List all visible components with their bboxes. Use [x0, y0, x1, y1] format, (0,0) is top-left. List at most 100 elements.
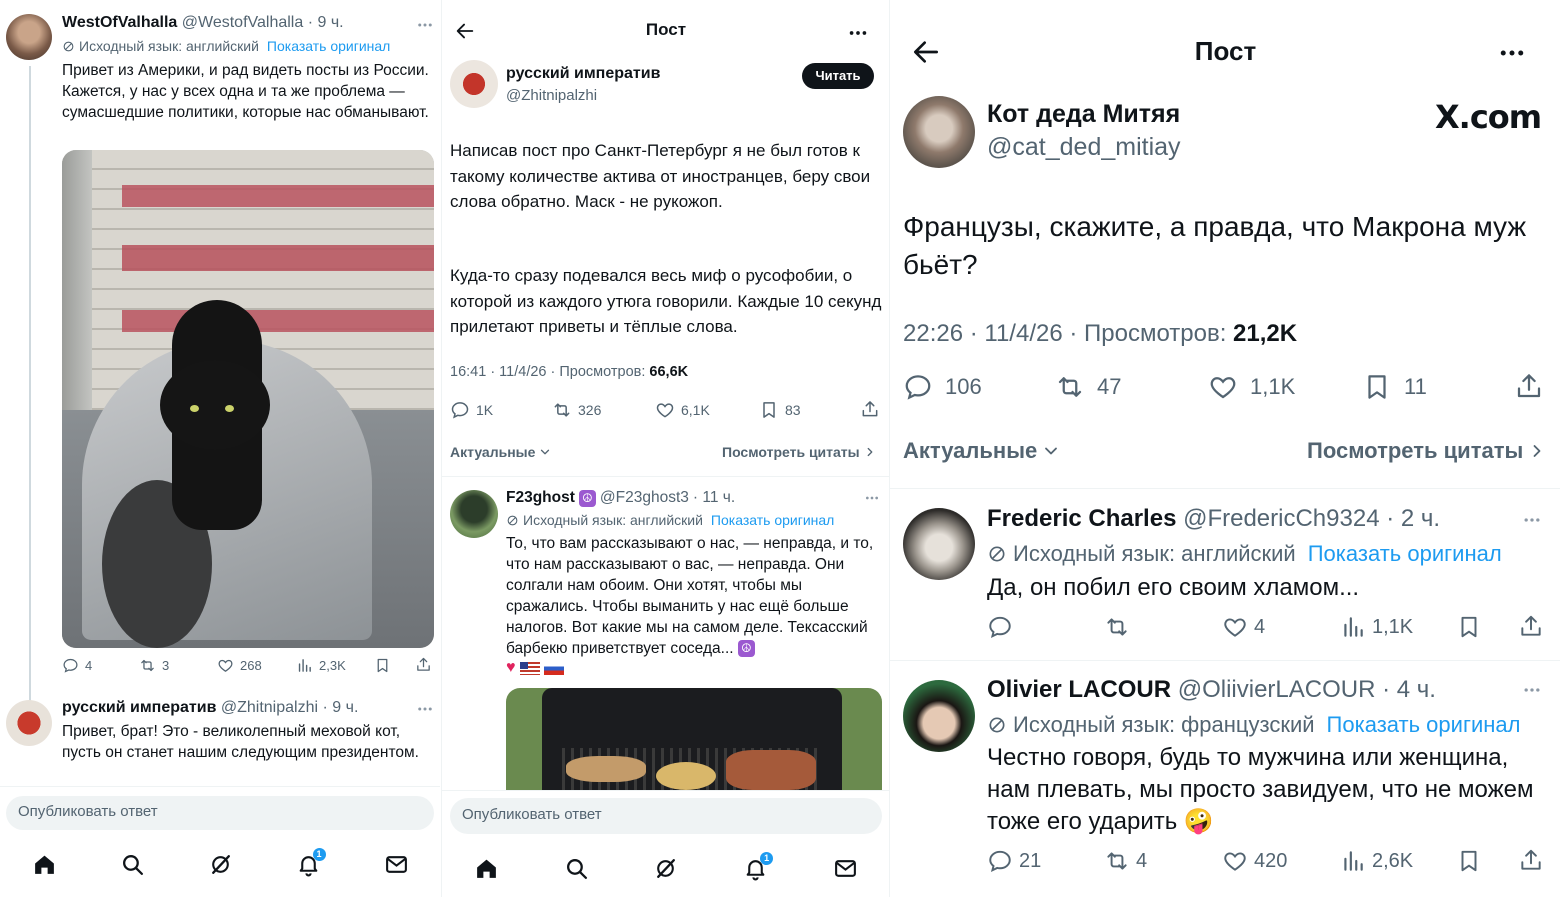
reply-icon[interactable] — [987, 614, 1013, 640]
author-handle[interactable]: @OliivierLACOUR — [1178, 676, 1376, 703]
like-button[interactable]: 268 — [217, 657, 262, 674]
show-original-link[interactable]: Показать оригинал — [1308, 541, 1502, 567]
sort-dropdown[interactable]: Актуальные — [450, 444, 552, 460]
repost-icon[interactable] — [1104, 614, 1130, 640]
cat-photo[interactable] — [62, 150, 434, 648]
view-quotes-link[interactable]: Посмотреть цитаты — [1307, 438, 1547, 464]
more-icon[interactable] — [416, 16, 434, 34]
author-name[interactable]: Olivier LACOUR — [987, 676, 1171, 703]
tweet-time: · 9 ч. — [307, 14, 344, 31]
more-icon[interactable] — [1520, 510, 1544, 530]
author-handle[interactable]: @cat_ded_mitiay — [987, 133, 1181, 162]
show-original-link[interactable]: Показать оригинал — [267, 38, 390, 54]
reply-button[interactable]: 1K — [450, 400, 493, 420]
author-name[interactable]: F23ghost — [506, 489, 575, 507]
notifications-tab[interactable]: 1 — [743, 851, 774, 881]
share-icon[interactable] — [415, 656, 432, 673]
share-icon[interactable] — [1518, 613, 1544, 639]
reply-button[interactable]: 21 — [987, 848, 1041, 874]
author-handle[interactable]: @FredericCh9324 — [1183, 505, 1379, 532]
repost-button[interactable]: 4 — [1104, 848, 1147, 874]
reply-count: 4 — [85, 658, 93, 673]
like-button[interactable]: 6,1K — [655, 400, 710, 420]
bookmark-button[interactable]: 83 — [759, 400, 801, 420]
more-icon[interactable] — [1496, 38, 1528, 68]
home-icon[interactable] — [32, 852, 57, 877]
post-timestamp: 16:41 · 11/4/26 · Просмотров: — [450, 364, 650, 380]
more-icon[interactable] — [847, 22, 869, 44]
grok-icon[interactable] — [208, 852, 233, 877]
author-name[interactable]: Кот деда Митяя — [987, 100, 1180, 129]
avatar[interactable] — [450, 60, 498, 108]
reply-button[interactable]: 4 — [62, 657, 92, 674]
chevron-right-icon — [1527, 441, 1547, 461]
tweet-time: · 9 ч. — [322, 699, 359, 716]
more-icon[interactable] — [1520, 680, 1544, 700]
bookmark-icon[interactable] — [374, 657, 391, 674]
mail-icon[interactable] — [384, 852, 409, 877]
repost-button[interactable]: 3 — [139, 657, 169, 674]
like-count: 4 — [1254, 615, 1266, 638]
like-count: 6,1K — [681, 402, 710, 418]
repost-button[interactable]: 326 — [552, 400, 601, 420]
like-button[interactable]: 420 — [1222, 848, 1287, 874]
bookmark-icon[interactable] — [1456, 614, 1482, 640]
sort-dropdown[interactable]: Актуальные — [903, 438, 1061, 464]
author-name[interactable]: русский императив — [506, 65, 660, 83]
views-button[interactable]: 1,1K — [1340, 614, 1413, 640]
views-button[interactable]: 2,6K — [1340, 848, 1413, 874]
avatar[interactable] — [903, 96, 975, 168]
reply-input[interactable]: Опубликовать ответ — [450, 798, 882, 834]
author-handle[interactable]: @Zhitnipalzhi — [221, 699, 318, 716]
view-quotes-link[interactable]: Посмотреть цитаты — [722, 444, 877, 460]
notifications-tab[interactable]: 1 — [296, 847, 326, 877]
chevron-down-icon — [538, 445, 552, 459]
bookmark-button[interactable]: 11 — [1362, 372, 1427, 402]
search-icon[interactable] — [120, 852, 145, 877]
tweet-text: Привет, брат! Это - великолепный меховой… — [62, 723, 419, 761]
views-button[interactable]: 2,3K — [296, 657, 346, 674]
share-icon[interactable] — [1514, 371, 1544, 401]
like-count: 268 — [240, 658, 262, 673]
avatar[interactable] — [6, 700, 52, 746]
post-text-paragraph-1: Написав пост про Санкт-Петербург я не бы… — [450, 141, 871, 211]
reply-text-content: То, что вам рассказывают о нас, — неправ… — [506, 535, 874, 657]
translation-note: Исходный язык: английский Показать ориги… — [62, 38, 390, 54]
middle-screenshot-panel: Пост русский императив @Zhitnipalzhi Чит… — [441, 0, 889, 897]
home-icon[interactable] — [474, 856, 499, 881]
view-count: 21,2K — [1233, 320, 1298, 347]
reply-button[interactable]: 106 — [903, 372, 982, 402]
peace-emoji: ☮ — [578, 489, 596, 507]
bookmark-icon[interactable] — [1456, 848, 1482, 874]
share-icon[interactable] — [1518, 847, 1544, 873]
repost-button[interactable]: 47 — [1055, 372, 1121, 402]
author-name[interactable]: Frederic Charles — [987, 505, 1176, 532]
notification-badge: 1 — [312, 847, 326, 861]
grok-icon[interactable] — [653, 856, 678, 881]
mail-icon[interactable] — [833, 856, 858, 881]
follow-button[interactable]: Читать — [802, 63, 874, 89]
author-handle[interactable]: @F23ghost3 — [600, 489, 689, 507]
author-handle[interactable]: @Zhitnipalzhi — [506, 87, 597, 104]
more-icon[interactable] — [416, 700, 434, 718]
show-original-link[interactable]: Показать оригинал — [711, 512, 834, 528]
search-icon[interactable] — [564, 856, 589, 881]
avatar[interactable] — [6, 14, 52, 60]
emoji-row: ♥ — [506, 659, 564, 677]
like-button[interactable]: 1,1K — [1208, 372, 1295, 402]
quotes-label: Посмотреть цитаты — [1307, 438, 1524, 463]
chevron-down-icon — [1041, 441, 1061, 461]
author-name[interactable]: WestOfValhalla — [62, 14, 177, 31]
show-original-link[interactable]: Показать оригинал — [1327, 712, 1521, 738]
avatar[interactable] — [903, 508, 975, 580]
avatar[interactable] — [450, 490, 498, 538]
bbq-photo[interactable] — [506, 688, 882, 790]
like-button[interactable]: 4 — [1222, 614, 1265, 640]
author-handle[interactable]: @WestofValhalla — [182, 14, 303, 31]
translate-icon — [506, 514, 519, 527]
more-icon[interactable] — [864, 490, 880, 506]
author-name[interactable]: русский императив — [62, 699, 216, 716]
reply-input[interactable]: Опубликовать ответ — [6, 796, 434, 830]
share-icon[interactable] — [860, 399, 880, 419]
avatar[interactable] — [903, 680, 975, 752]
